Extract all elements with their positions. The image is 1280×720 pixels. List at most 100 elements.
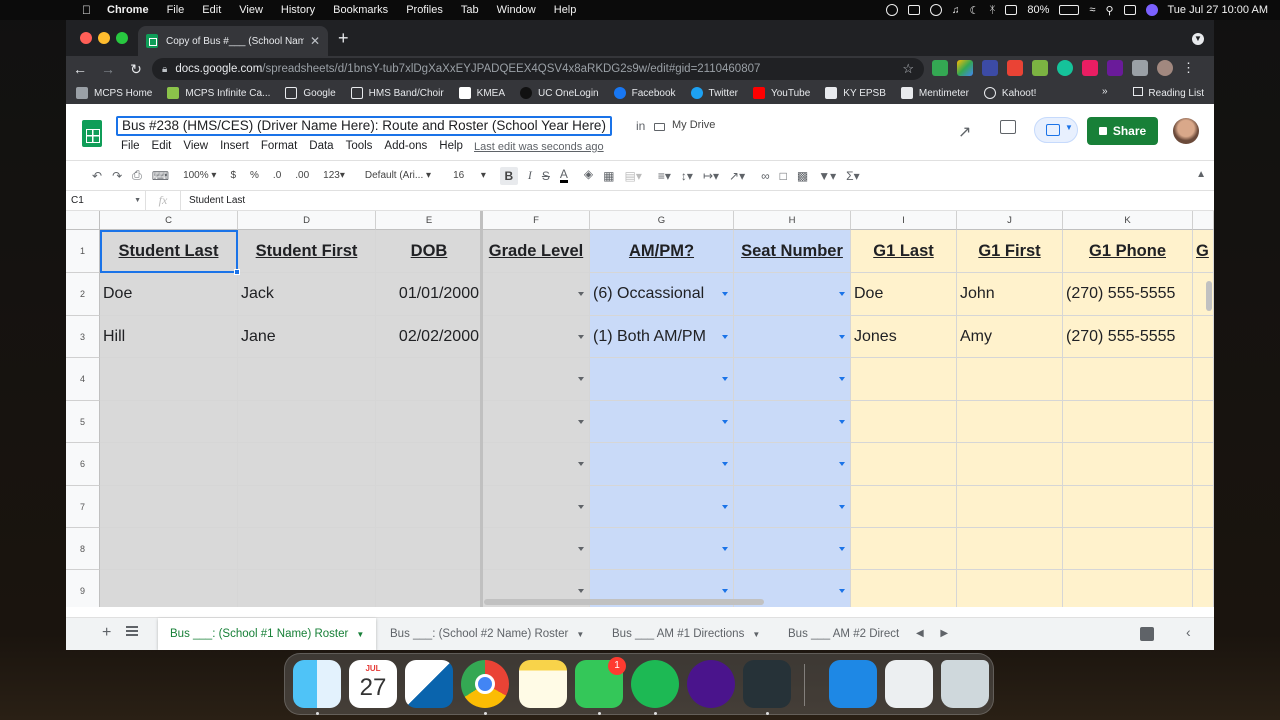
- dropdown-chevron-icon[interactable]: [839, 546, 845, 551]
- dropdown-chevron-icon[interactable]: [578, 292, 584, 296]
- menu-window[interactable]: Window: [497, 4, 536, 16]
- row-header[interactable]: 6: [66, 443, 100, 486]
- empty-cell[interactable]: [851, 443, 957, 486]
- bookmark-ky-epsb[interactable]: KY EPSB: [825, 87, 886, 99]
- table-cell[interactable]: (6) Occassional: [590, 273, 734, 316]
- dropdown-chevron-icon[interactable]: [839, 292, 845, 296]
- horizontal-align-icon[interactable]: ≡▾: [658, 169, 671, 183]
- bookmark-star-icon[interactable]: ☆: [902, 61, 914, 77]
- filter-icon[interactable]: ▼▾: [818, 169, 836, 183]
- insert-chart-icon[interactable]: ▩: [797, 169, 808, 183]
- table-cell[interactable]: [734, 273, 851, 316]
- finder-icon[interactable]: [293, 660, 341, 708]
- collapse-toolbar-icon[interactable]: ▲: [1196, 169, 1206, 180]
- extension-pen-icon[interactable]: [1007, 60, 1023, 76]
- empty-cell[interactable]: [1063, 358, 1193, 401]
- control-center-icon[interactable]: [1123, 5, 1136, 15]
- sheets-menu-file[interactable]: File: [121, 140, 140, 152]
- bookmark-facebook[interactable]: Facebook: [613, 87, 676, 99]
- empty-cell[interactable]: [734, 528, 851, 570]
- folder-icon[interactable]: [654, 123, 665, 131]
- empty-cell[interactable]: [100, 358, 238, 401]
- empty-cell[interactable]: [957, 443, 1063, 486]
- side-panel-toggle-icon[interactable]: ‹: [1186, 624, 1191, 640]
- header-cell[interactable]: Grade Level: [483, 230, 590, 273]
- empty-cell[interactable]: [851, 486, 957, 528]
- sheets-menu-insert[interactable]: Insert: [220, 140, 249, 152]
- empty-cell[interactable]: [238, 570, 376, 607]
- extensions-puzzle-icon[interactable]: [1132, 60, 1148, 76]
- browser-tab[interactable]: Copy of Bus #___ (School Nam ✕: [138, 26, 328, 56]
- spotlight-search-icon[interactable]: ⚲: [1105, 4, 1113, 17]
- audio-icon[interactable]: ♫: [952, 5, 960, 16]
- column-header-j[interactable]: J: [957, 211, 1063, 230]
- share-button[interactable]: Share: [1087, 117, 1158, 145]
- empty-cell[interactable]: [483, 401, 590, 443]
- empty-cell[interactable]: [100, 486, 238, 528]
- bookmark-mentimeter[interactable]: Mentimeter: [900, 87, 969, 99]
- column-header-i[interactable]: I: [851, 211, 957, 230]
- sheets-menu-addons[interactable]: Add-ons: [384, 140, 427, 152]
- empty-cell[interactable]: [376, 528, 483, 570]
- empty-cell[interactable]: [1193, 443, 1214, 486]
- empty-cell[interactable]: [376, 358, 483, 401]
- night-mode-icon[interactable]: ☾: [969, 4, 979, 17]
- chrome-menu-icon[interactable]: ⋮: [1182, 60, 1195, 76]
- empty-cell[interactable]: [1193, 570, 1214, 607]
- notes-icon[interactable]: [519, 660, 567, 708]
- dropdown-chevron-icon[interactable]: [722, 334, 728, 339]
- table-cell[interactable]: Jack: [238, 273, 376, 316]
- empty-cell[interactable]: [590, 401, 734, 443]
- row-header[interactable]: 2: [66, 273, 100, 316]
- empty-cell[interactable]: [100, 528, 238, 570]
- empty-cell[interactable]: [957, 358, 1063, 401]
- empty-cell[interactable]: [483, 358, 590, 401]
- increase-decimals-button[interactable]: .00: [295, 170, 309, 181]
- empty-cell[interactable]: [238, 486, 376, 528]
- close-window-icon[interactable]: [80, 32, 92, 44]
- empty-cell[interactable]: [957, 486, 1063, 528]
- vertical-align-icon[interactable]: ↕▾: [681, 169, 693, 183]
- google-drive-extension-icon[interactable]: [957, 60, 973, 76]
- name-box[interactable]: C1 ▼: [66, 191, 146, 210]
- more-formats-select[interactable]: 123▾: [323, 170, 345, 181]
- font-select[interactable]: Default (Ari... ▾: [365, 170, 431, 181]
- empty-cell[interactable]: [590, 486, 734, 528]
- dropdown-chevron-icon[interactable]: [722, 419, 728, 424]
- bookmark-kmea[interactable]: KMEA: [458, 87, 505, 99]
- all-sheets-icon[interactable]: [126, 626, 138, 636]
- add-sheet-icon[interactable]: +: [102, 624, 111, 642]
- print-icon[interactable]: ⎙: [132, 168, 142, 183]
- dropdown-chevron-icon[interactable]: [578, 504, 584, 509]
- table-cell[interactable]: Amy: [957, 316, 1063, 358]
- table-cell[interactable]: (1) Both AM/PM: [590, 316, 734, 358]
- menu-app-name[interactable]: Chrome: [107, 4, 149, 16]
- table-cell[interactable]: (270) 555-5555: [1063, 316, 1193, 358]
- calendar-icon[interactable]: JUL 27: [349, 660, 397, 708]
- sheet-tab-am1-directions[interactable]: Bus ___ AM #1 Directions ▼: [600, 618, 772, 650]
- bookmark-youtube[interactable]: YouTube: [752, 87, 810, 99]
- formula-input[interactable]: Student Last: [180, 191, 245, 210]
- chevron-down-icon[interactable]: ▼: [752, 630, 760, 639]
- siri-icon[interactable]: [1145, 4, 1158, 16]
- dropdown-chevron-icon[interactable]: [839, 334, 845, 339]
- table-cell[interactable]: Hill: [100, 316, 238, 358]
- decrease-decimals-button[interactable]: .0: [273, 170, 281, 181]
- dropdown-chevron-icon[interactable]: [839, 377, 845, 381]
- empty-cell[interactable]: [957, 401, 1063, 443]
- table-cell[interactable]: Jane: [238, 316, 376, 358]
- horizontal-scrollbar[interactable]: [484, 599, 764, 605]
- table-cell[interactable]: Doe: [100, 273, 238, 316]
- extension-bell-icon[interactable]: [1032, 60, 1048, 76]
- menu-file[interactable]: File: [167, 4, 185, 16]
- functions-icon[interactable]: Σ▾: [846, 169, 859, 183]
- redo-icon[interactable]: ↷: [112, 169, 122, 183]
- minimize-window-icon[interactable]: [98, 32, 110, 44]
- merge-cells-icon[interactable]: ▤▾: [625, 169, 642, 183]
- frozen-columns-divider[interactable]: [480, 211, 483, 607]
- bluetooth-icon[interactable]: ᛡ: [989, 5, 995, 16]
- table-cell[interactable]: [483, 273, 590, 316]
- bookmark-mcps-home[interactable]: MCPS Home: [76, 87, 152, 99]
- empty-cell[interactable]: [1193, 486, 1214, 528]
- empty-cell[interactable]: [590, 358, 734, 401]
